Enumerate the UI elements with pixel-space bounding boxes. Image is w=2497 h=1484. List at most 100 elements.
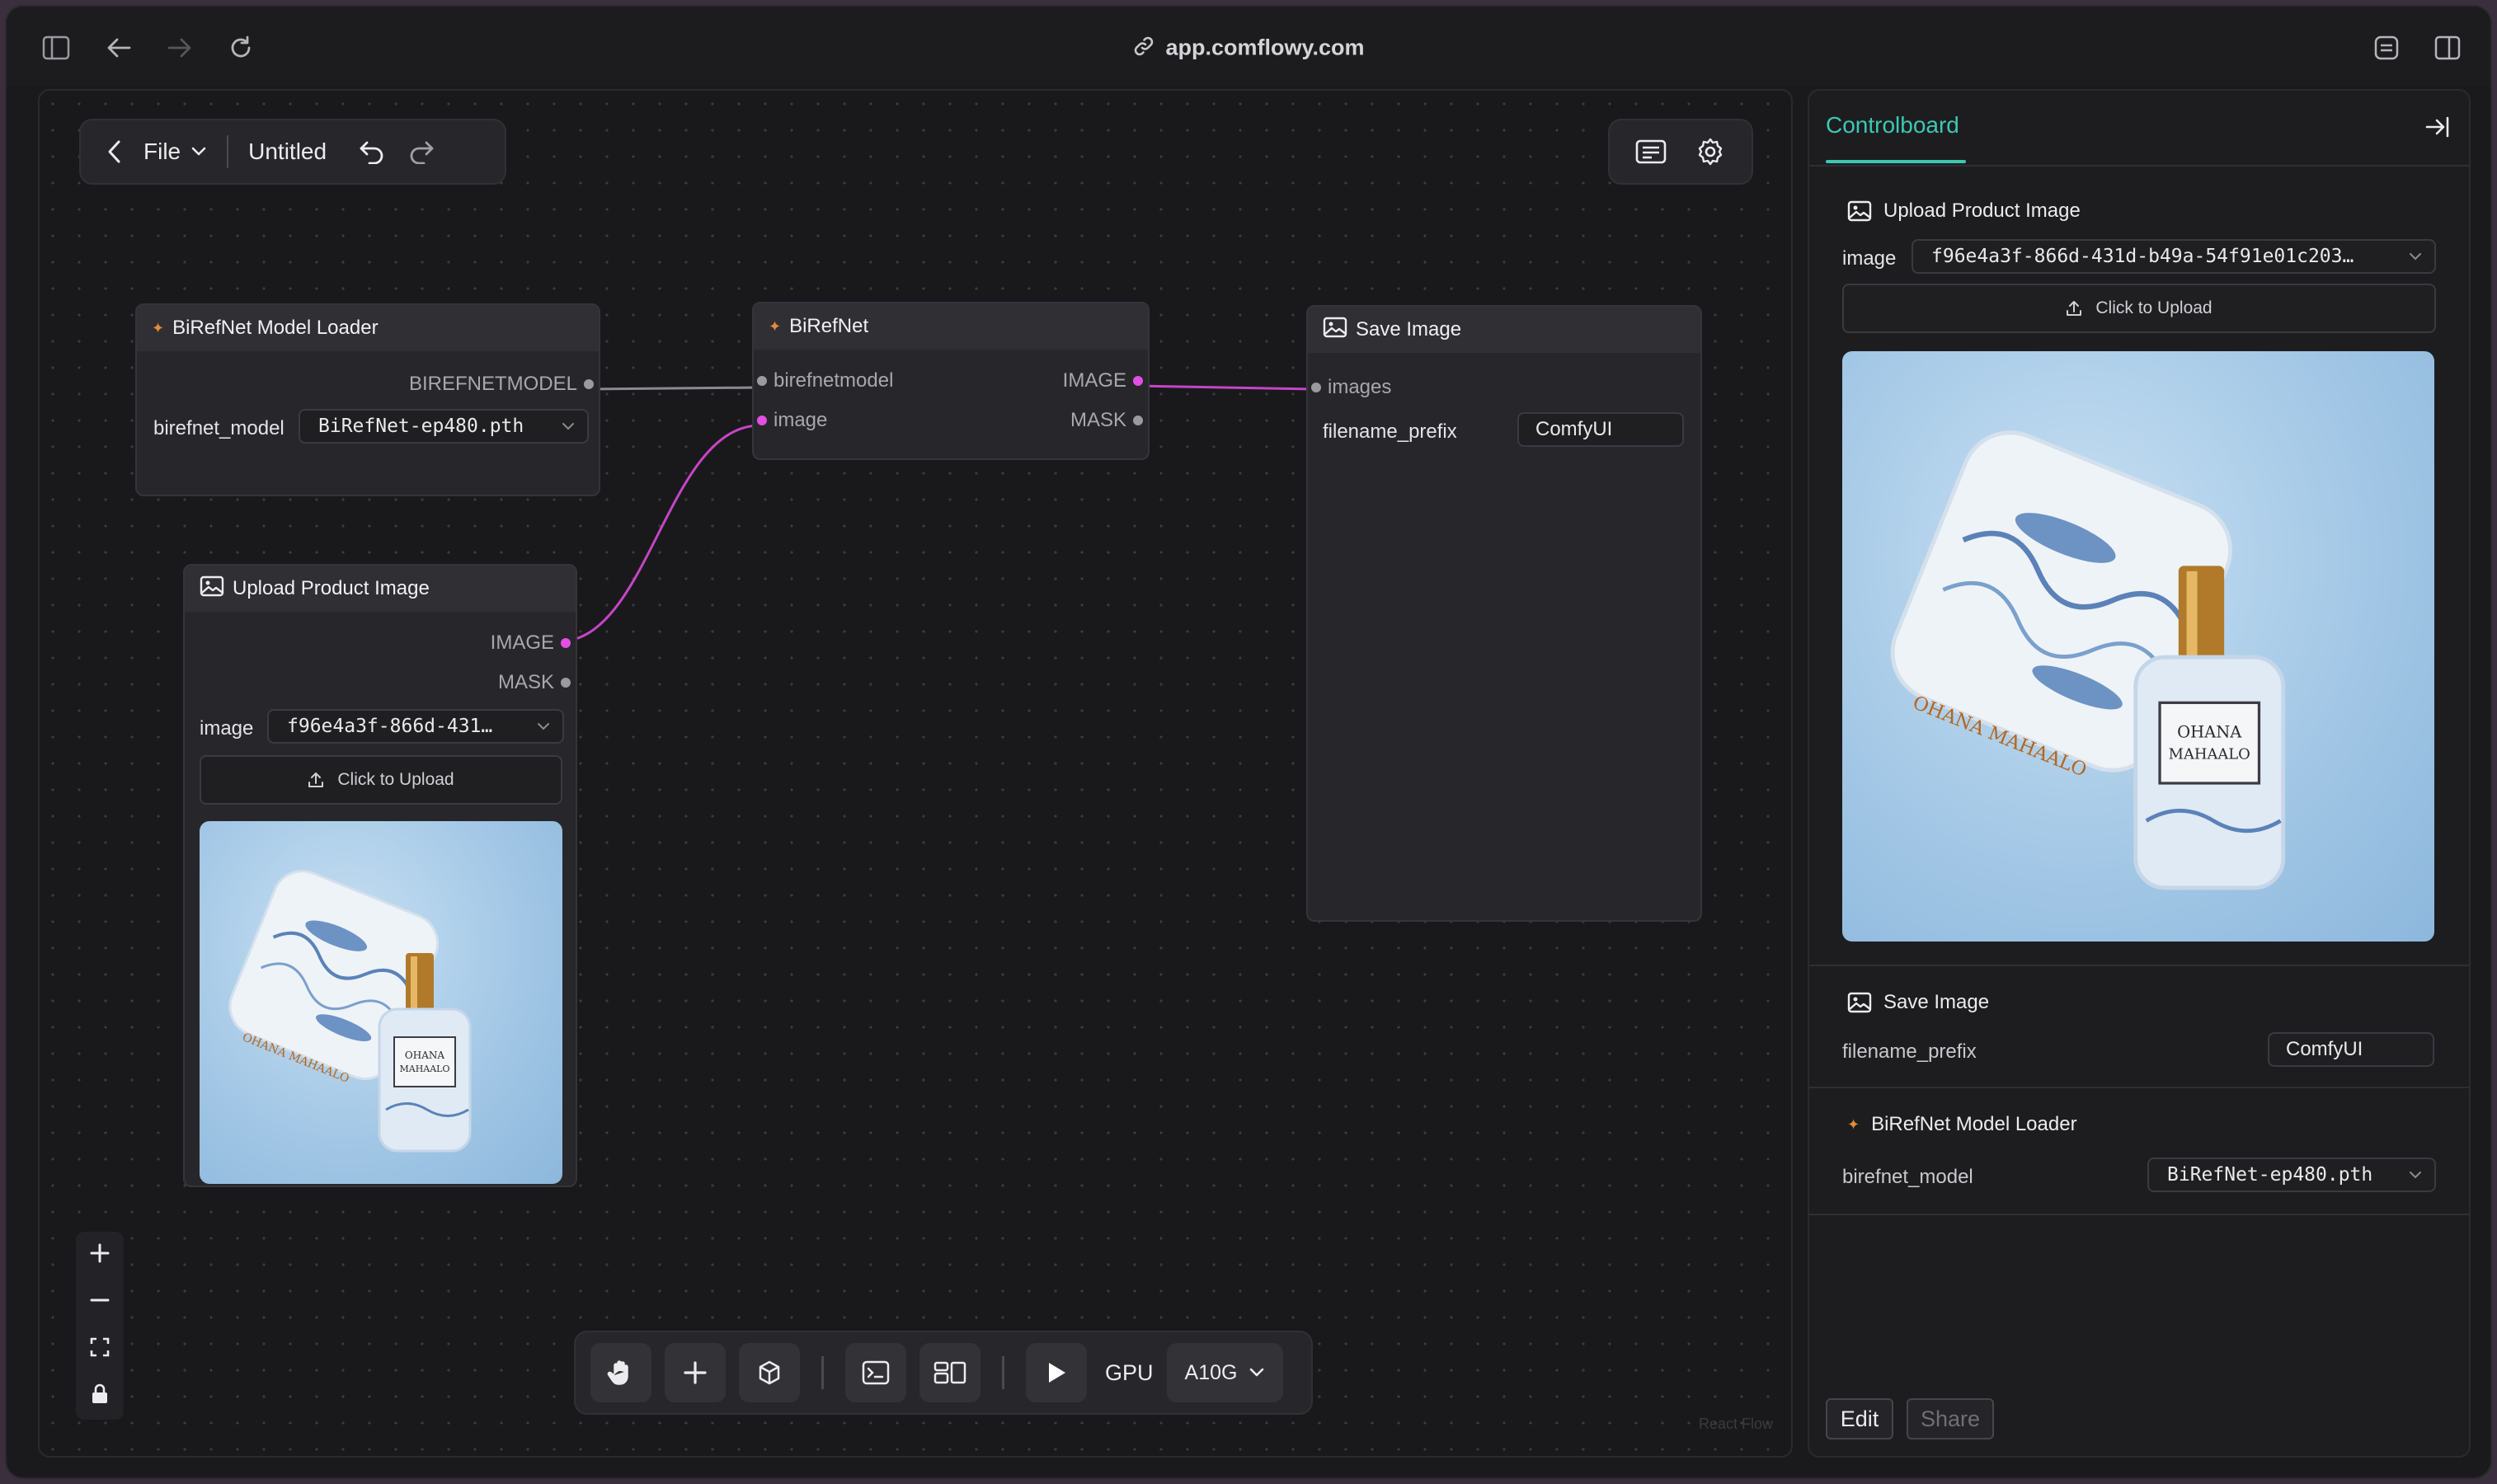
chevron-down-icon <box>2408 247 2423 270</box>
node-header[interactable]: Upload Product Image <box>185 566 576 612</box>
output-port-image[interactable]: IMAGE <box>1063 369 1143 392</box>
port-label: birefnetmodel <box>774 369 894 392</box>
gpu-value: A10G <box>1184 1360 1238 1384</box>
terminal-icon[interactable] <box>845 1343 906 1402</box>
extensions-icon[interactable] <box>2370 31 2403 64</box>
label-mahaalo: MAHAALO <box>2169 746 2250 763</box>
node-birefnet[interactable]: ✦ BiRefNet birefnetmodel image IMAGE MAS… <box>752 302 1150 460</box>
url-text: app.comflowy.com <box>1165 35 1365 60</box>
port-label: BIREFNETMODEL <box>408 373 577 395</box>
gpu-select[interactable]: A10G <box>1166 1343 1284 1402</box>
undo-icon[interactable] <box>351 131 393 172</box>
field-label: filename_prefix <box>1842 1040 1977 1063</box>
upload-label: Click to Upload <box>337 770 454 789</box>
widget-label: image <box>200 717 254 740</box>
port-label: IMAGE <box>490 632 554 654</box>
port-dot[interactable] <box>1133 376 1143 386</box>
image-icon <box>1323 317 1347 344</box>
port-dot[interactable] <box>1133 416 1143 425</box>
product-image-preview: OHANA MAHAALO OHANA MAHAALO <box>200 821 562 1184</box>
layout-icon[interactable] <box>919 1343 980 1402</box>
widget-label: birefnet_model <box>153 417 284 439</box>
divider <box>1809 1214 2469 1215</box>
port-dot[interactable] <box>584 379 594 389</box>
output-port-birefnetmodel[interactable]: BIREFNETMODEL <box>409 373 594 396</box>
lock-icon[interactable] <box>91 1383 109 1409</box>
input-port-birefnetmodel[interactable]: birefnetmodel <box>757 369 893 392</box>
tab-underline <box>1826 160 1966 163</box>
node-title: Upload Product Image <box>233 577 430 599</box>
gear-icon[interactable] <box>1690 131 1731 172</box>
node-header[interactable]: ✦ BiRefNet <box>754 303 1148 350</box>
chevron-down-icon <box>1250 1368 1264 1377</box>
port-dot[interactable] <box>561 678 571 688</box>
fit-view-icon[interactable] <box>89 1336 111 1362</box>
zoom-controls <box>76 1232 124 1420</box>
panel-filename-prefix-input[interactable]: ComfyUI <box>2268 1032 2434 1067</box>
workflow-title[interactable]: Untitled <box>248 139 327 165</box>
select-value: f96e4a3f-866d-431… <box>287 716 493 737</box>
perfume-product-illustration: OHANA MAHAALO OHANA MAHAALO <box>1890 430 2286 890</box>
click-to-upload-button[interactable]: Click to Upload <box>200 755 562 805</box>
output-port-image[interactable]: IMAGE <box>491 632 571 655</box>
output-port-mask[interactable]: MASK <box>498 671 571 694</box>
flow-canvas[interactable]: File Untitled ✦ BiRefNet Model Loader BI… <box>38 89 1793 1458</box>
divider <box>1002 1356 1004 1389</box>
cube-icon[interactable] <box>739 1343 800 1402</box>
collapse-panel-icon[interactable] <box>2424 115 2451 143</box>
field-label: image <box>1842 247 1897 270</box>
input-value: ComfyUI <box>1535 418 1613 440</box>
share-button[interactable]: Share <box>1907 1398 1994 1439</box>
zoom-out-icon[interactable] <box>89 1289 111 1315</box>
edit-button[interactable]: Edit <box>1826 1398 1893 1439</box>
output-port-mask[interactable]: MASK <box>1070 409 1143 432</box>
node-header[interactable]: Save Image <box>1308 307 1700 353</box>
filename-prefix-input[interactable]: ComfyUI <box>1517 412 1684 447</box>
split-view-icon[interactable] <box>2431 31 2464 64</box>
add-node-icon[interactable] <box>665 1343 726 1402</box>
label-mahaalo: MAHAALO <box>399 1064 449 1074</box>
messages-icon[interactable] <box>1630 131 1672 172</box>
birefnet-model-select[interactable]: BiRefNet-ep480.pth <box>299 409 589 444</box>
panel-image-select[interactable]: f96e4a3f-866d-431d-b49a-54f91e01c203… <box>1912 239 2436 274</box>
sparkle-icon: ✦ <box>1847 1115 1860 1133</box>
chevron-down-icon <box>191 147 206 156</box>
bottom-toolbar: GPU A10G <box>574 1331 1313 1415</box>
input-port-image[interactable]: image <box>757 409 827 432</box>
select-value: BiRefNet-ep480.pth <box>318 416 524 437</box>
browser-window: app.comflowy.com File Untitled ✦ BiRefNe… <box>5 5 2492 1479</box>
node-upload-product-image[interactable]: Upload Product Image IMAGE MASK image f9… <box>183 564 577 1187</box>
port-dot[interactable] <box>1311 383 1321 392</box>
image-select[interactable]: f96e4a3f-866d-431… <box>267 709 564 744</box>
port-dot[interactable] <box>757 416 767 425</box>
play-icon[interactable] <box>1026 1343 1087 1402</box>
address-bar[interactable]: app.comflowy.com <box>7 35 2490 63</box>
image-icon <box>1847 200 1872 222</box>
link-icon <box>1132 35 1155 63</box>
panel-birefnet-model-select[interactable]: BiRefNet-ep480.pth <box>2147 1158 2436 1192</box>
browser-toolbar: app.comflowy.com <box>7 7 2490 86</box>
port-dot[interactable] <box>757 376 767 386</box>
divider <box>1809 165 2469 167</box>
node-birefnet-model-loader[interactable]: ✦ BiRefNet Model Loader BIREFNETMODEL bi… <box>135 303 600 496</box>
port-dot[interactable] <box>561 638 571 648</box>
panel-click-to-upload-button[interactable]: Click to Upload <box>1842 284 2436 333</box>
input-port-images[interactable]: images <box>1311 376 1391 399</box>
select-value: BiRefNet-ep480.pth <box>2167 1164 2373 1186</box>
node-header[interactable]: ✦ BiRefNet Model Loader <box>137 305 599 351</box>
react-flow-attribution[interactable]: React Flow <box>1699 1416 1773 1433</box>
perfume-product-illustration: OHANA MAHAALO OHANA MAHAALO <box>228 870 472 1153</box>
zoom-in-icon[interactable] <box>89 1242 111 1268</box>
chevron-left-icon[interactable] <box>94 131 135 172</box>
sparkle-icon: ✦ <box>152 319 165 336</box>
redo-icon[interactable] <box>401 131 442 172</box>
panel-product-image-preview: OHANA MAHAALO OHANA MAHAALO <box>1842 351 2434 942</box>
section-title-text: BiRefNet Model Loader <box>1871 1113 2077 1135</box>
file-menu[interactable]: File <box>143 139 207 165</box>
node-save-image[interactable]: Save Image images filename_prefix ComfyU… <box>1306 305 1702 922</box>
divider <box>821 1356 824 1389</box>
port-label: IMAGE <box>1062 369 1126 392</box>
hand-tool-icon[interactable] <box>590 1343 651 1402</box>
tab-controlboard[interactable]: Controlboard <box>1826 112 1959 139</box>
section-title-loader: ✦ BiRefNet Model Loader <box>1847 1113 2077 1136</box>
